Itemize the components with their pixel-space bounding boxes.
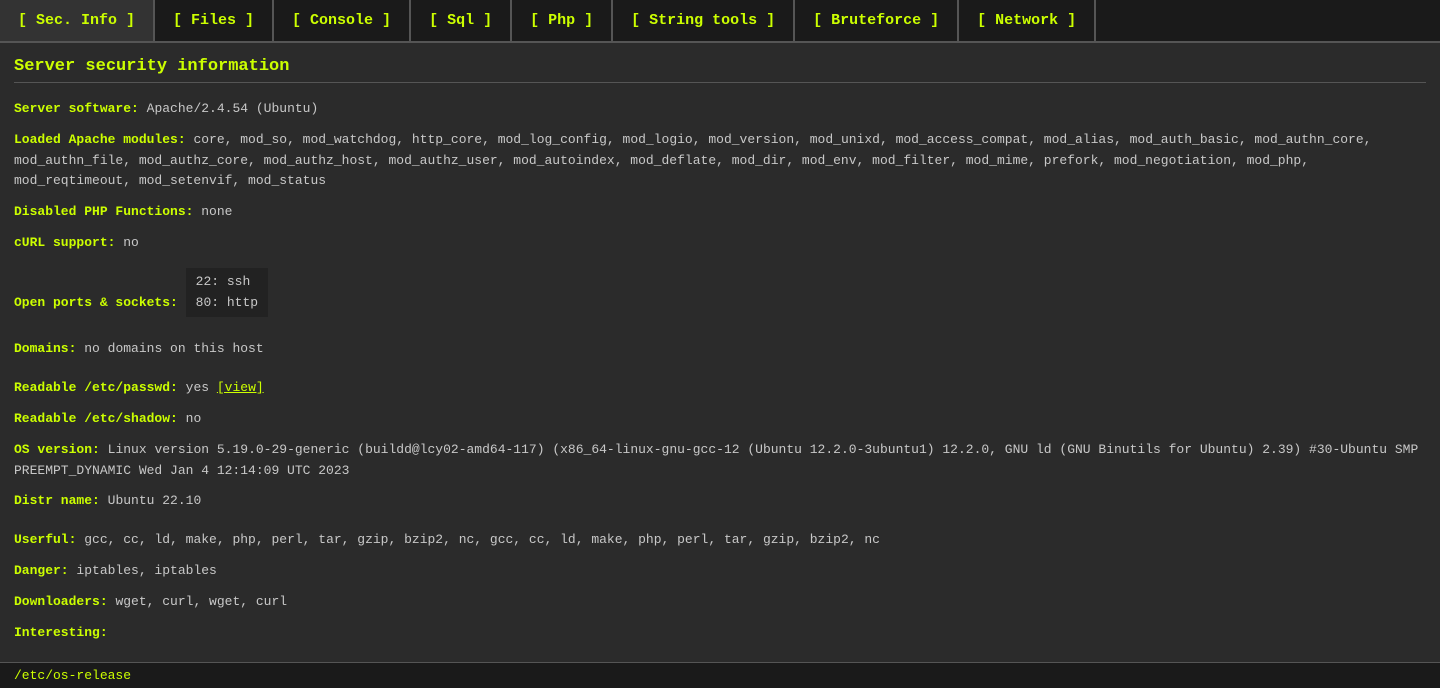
downloaders-row: Downloaders: wget, curl, wget, curl <box>14 592 1426 613</box>
distr-row: Distr name: Ubuntu 22.10 <box>14 491 1426 512</box>
nav-files[interactable]: [ Files ] <box>155 0 274 41</box>
nav-php[interactable]: [ Php ] <box>512 0 613 41</box>
danger-row: Danger: iptables, iptables <box>14 561 1426 582</box>
nav-console[interactable]: [ Console ] <box>274 0 411 41</box>
open-ports-label: Open ports & sockets: <box>14 295 178 310</box>
interesting-row: Interesting: <box>14 623 1426 644</box>
nav-string-tools[interactable]: [ String tools ] <box>613 0 795 41</box>
server-software-label: Server software: <box>14 101 139 116</box>
nav-sec-info[interactable]: [ Sec. Info ] <box>0 0 155 41</box>
ports-block: 22: ssh 80: http <box>186 268 268 318</box>
curl-row: cURL support: no <box>14 233 1426 254</box>
downloaders-value: wget, curl, wget, curl <box>115 594 287 609</box>
disabled-php-value: none <box>201 204 232 219</box>
bottom-bar: /etc/os-release <box>0 662 1440 688</box>
main-content: Server security information Server softw… <box>0 43 1440 667</box>
readable-passwd-row: Readable /etc/passwd: yes [view] <box>14 378 1426 399</box>
open-ports-section: Open ports & sockets: 22: ssh 80: http <box>14 264 1426 322</box>
loaded-modules-row: Loaded Apache modules: core, mod_so, mod… <box>14 130 1426 192</box>
curl-value: no <box>123 235 139 250</box>
userful-value: gcc, cc, ld, make, php, perl, tar, gzip,… <box>84 532 880 547</box>
page-title: Server security information <box>14 57 1426 83</box>
userful-row: Userful: gcc, cc, ld, make, php, perl, t… <box>14 530 1426 551</box>
readable-shadow-value: no <box>186 411 202 426</box>
nav-network[interactable]: [ Network ] <box>959 0 1096 41</box>
os-version-row: OS version: Linux version 5.19.0-29-gene… <box>14 440 1426 482</box>
main-nav: [ Sec. Info ] [ Files ] [ Console ] [ Sq… <box>0 0 1440 43</box>
loaded-modules-value: core, mod_so, mod_watchdog, http_core, m… <box>14 132 1371 189</box>
readable-passwd-value: yes <box>186 380 217 395</box>
bottom-path: /etc/os-release <box>14 668 131 683</box>
port-22: 22: ssh <box>196 272 258 293</box>
distr-label: Distr name: <box>14 493 100 508</box>
readable-passwd-label: Readable /etc/passwd: <box>14 380 178 395</box>
domains-row: Domains: no domains on this host <box>14 339 1426 360</box>
curl-label: cURL support: <box>14 235 115 250</box>
server-software-row: Server software: Apache/2.4.54 (Ubuntu) <box>14 99 1426 120</box>
nav-bruteforce[interactable]: [ Bruteforce ] <box>795 0 959 41</box>
interesting-label: Interesting: <box>14 625 108 640</box>
nav-sql[interactable]: [ Sql ] <box>411 0 512 41</box>
os-version-value: Linux version 5.19.0-29-generic (buildd@… <box>14 442 1418 478</box>
danger-label: Danger: <box>14 563 69 578</box>
domains-label: Domains: <box>14 341 76 356</box>
downloaders-label: Downloaders: <box>14 594 108 609</box>
disabled-php-label: Disabled PHP Functions: <box>14 204 193 219</box>
distr-value: Ubuntu 22.10 <box>108 493 202 508</box>
danger-value: iptables, iptables <box>76 563 216 578</box>
loaded-modules-label: Loaded Apache modules: <box>14 132 186 147</box>
domains-value: no domains on this host <box>84 341 263 356</box>
view-passwd-link[interactable]: [view] <box>217 380 264 395</box>
readable-shadow-row: Readable /etc/shadow: no <box>14 409 1426 430</box>
disabled-php-row: Disabled PHP Functions: none <box>14 202 1426 223</box>
server-software-value-text: Apache/2.4.54 (Ubuntu) <box>147 101 319 116</box>
port-80: 80: http <box>196 293 258 314</box>
userful-label: Userful: <box>14 532 76 547</box>
readable-shadow-label: Readable /etc/shadow: <box>14 411 178 426</box>
os-version-label: OS version: <box>14 442 100 457</box>
